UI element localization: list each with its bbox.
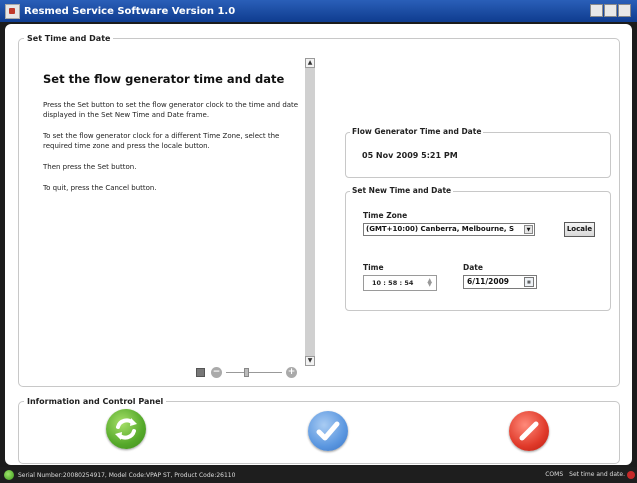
page-view-icon[interactable] [196, 367, 205, 377]
maximize-button[interactable] [604, 4, 617, 17]
zoom-out-icon[interactable]: − [211, 366, 222, 378]
locale-button[interactable]: Locale [564, 222, 595, 237]
time-zone-label: Time Zone [363, 211, 408, 220]
instructions-column: Set the flow generator time and date Pre… [43, 72, 303, 204]
zoom-slider[interactable] [226, 367, 282, 377]
time-label: Time [363, 263, 384, 272]
flow-generator-group: Flow Generator Time and Date 05 Nov 2009… [345, 127, 611, 178]
flow-generator-datetime: 05 Nov 2009 5:21 PM [362, 151, 458, 160]
refresh-button[interactable] [106, 409, 146, 449]
scroll-down-arrow[interactable]: ▼ [305, 356, 315, 366]
status-right: COMS Set time and date. [545, 471, 625, 478]
scroll-up-arrow[interactable]: ▲ [305, 58, 315, 68]
close-button[interactable] [618, 4, 631, 17]
window-controls [590, 4, 631, 17]
app-icon [5, 3, 20, 19]
connection-status-icon [4, 470, 14, 480]
title-bar: Resmed Service Software Version 1.0 [0, 0, 637, 22]
time-input[interactable]: 10 : 58 : 54 ▲ ▼ [363, 275, 437, 291]
status-bar: Serial Number:20080254917, Model Code:VP… [0, 467, 637, 483]
chevron-down-icon[interactable]: ▼ [524, 225, 533, 234]
time-zone-value: (GMT+10:00) Canberra, Melbourne, S [366, 225, 515, 233]
flow-generator-legend: Flow Generator Time and Date [350, 127, 484, 136]
time-spinner-icon[interactable]: ▲ ▼ [427, 278, 432, 288]
zoom-slider-thumb[interactable] [244, 367, 249, 377]
instruction-text: Then press the Set button. [43, 163, 137, 171]
alert-icon [627, 471, 635, 479]
instruction-text: To quit, press the Cancel button. [43, 184, 157, 192]
calendar-icon[interactable]: ▦ [524, 277, 534, 287]
zoom-control: − + [196, 366, 311, 378]
cancel-button[interactable] [509, 411, 549, 451]
window-title: Resmed Service Software Version 1.0 [24, 5, 236, 17]
status-message: Set time and date. [569, 471, 625, 478]
set-button[interactable] [308, 411, 348, 451]
refresh-icon [115, 418, 137, 440]
cancel-slash-icon [519, 421, 539, 441]
minimize-button[interactable] [590, 4, 603, 17]
date-label: Date [463, 263, 483, 272]
set-time-panel-legend: Set Time and Date [24, 34, 114, 43]
date-input[interactable]: 6/11/2009 ▦ [463, 275, 537, 289]
info-control-panel-legend: Information and Control Panel [24, 397, 167, 406]
checkmark-icon [316, 421, 340, 441]
instruction-text: To set the flow generator clock for a di… [43, 132, 280, 150]
time-value: 10 : 58 : 54 [372, 279, 414, 287]
page-heading: Set the flow generator time and date [43, 72, 285, 86]
zoom-in-icon[interactable]: + [286, 366, 297, 378]
instructions-scrollbar[interactable]: ▲ ▼ [305, 58, 315, 366]
set-new-time-legend: Set New Time and Date [350, 186, 454, 195]
coms-status: COMS [545, 471, 564, 478]
time-zone-select[interactable]: (GMT+10:00) Canberra, Melbourne, S ▼ [363, 223, 535, 236]
set-new-time-group: Set New Time and Date Time Zone (GMT+10:… [345, 186, 611, 311]
date-value: 6/11/2009 [467, 277, 510, 286]
instruction-text: Press the Set button to set the flow gen… [43, 101, 299, 119]
device-info: Serial Number:20080254917, Model Code:VP… [18, 471, 236, 479]
